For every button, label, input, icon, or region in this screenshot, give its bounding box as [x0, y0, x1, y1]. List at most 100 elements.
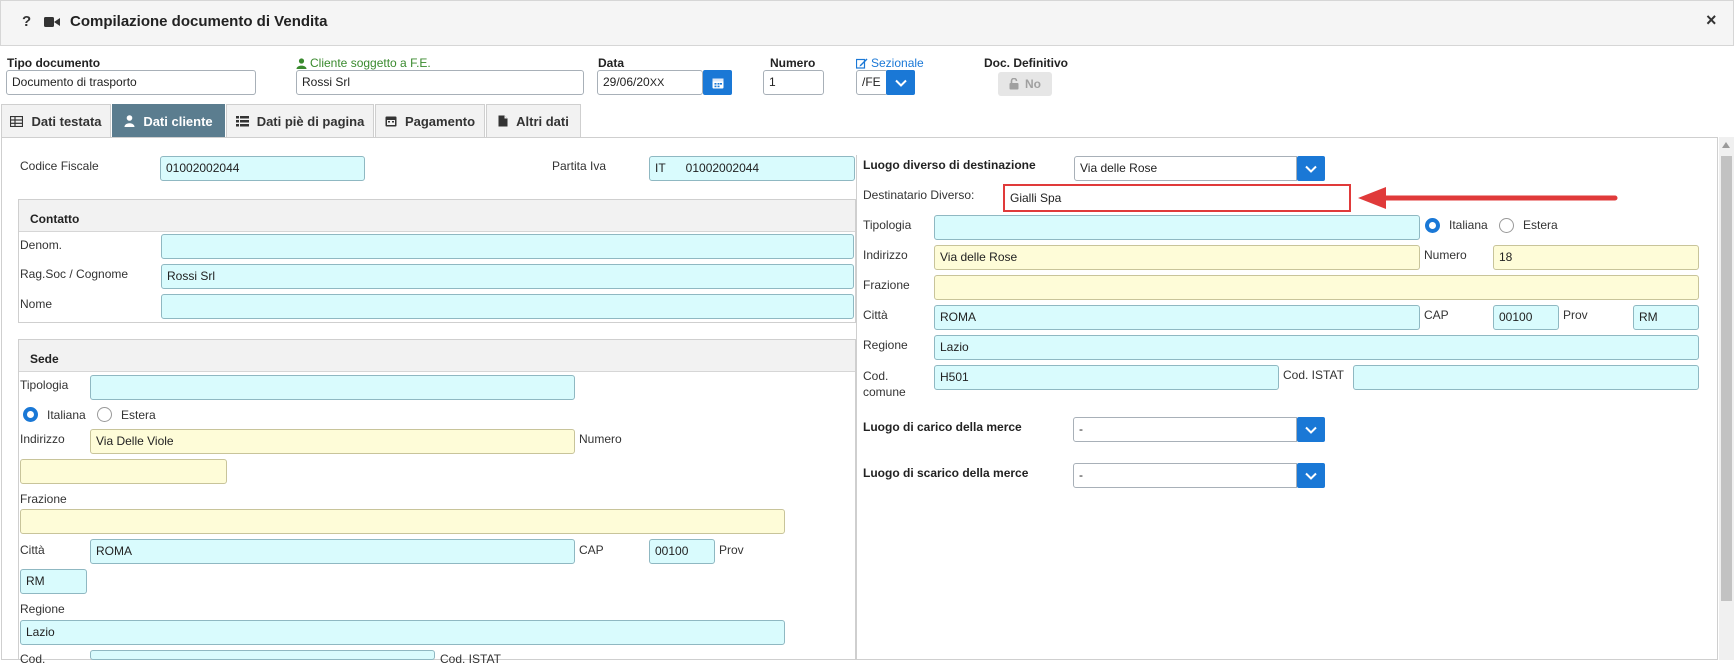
list-icon	[235, 115, 249, 126]
tipo-documento-field[interactable]: Documento di trasporto	[6, 70, 256, 95]
codice-fiscale-field[interactable]: 01002002044	[160, 156, 365, 181]
sede-numero-field[interactable]	[20, 459, 227, 484]
sezionale-field[interactable]: /FE	[856, 70, 888, 95]
sede-citta-label: Città	[20, 543, 45, 557]
data-value: 29/06/20	[603, 75, 650, 89]
r-cod-comune-label: Cod. comune	[863, 368, 906, 400]
doc-definitivo-button[interactable]: No	[998, 72, 1052, 96]
tab-dati-testata[interactable]: Dati testata	[1, 104, 111, 137]
r-prov-field[interactable]: RM	[1633, 305, 1699, 330]
sede-radio-estera[interactable]	[97, 407, 112, 422]
sede-cap-field[interactable]: 00100	[649, 539, 715, 564]
scrollbar-thumb[interactable]	[1721, 156, 1732, 601]
r-indirizzo-label: Indirizzo	[863, 248, 908, 262]
r-frazione-label: Frazione	[863, 278, 910, 292]
denom-field[interactable]	[161, 234, 854, 259]
scroll-up-arrow[interactable]	[1722, 142, 1730, 148]
sede-radio-estera-label: Estera	[121, 408, 156, 422]
r-indirizzo-field[interactable]: Via delle Rose	[934, 245, 1420, 270]
sede-regione-label: Regione	[20, 602, 65, 616]
sede-numero-label: Numero	[579, 432, 622, 446]
sede-frazione-label: Frazione	[20, 492, 67, 506]
r-regione-label: Regione	[863, 338, 908, 352]
tab-dati-cliente[interactable]: Dati cliente	[112, 104, 225, 137]
chevron-down-icon	[1305, 472, 1317, 480]
file-icon	[498, 115, 508, 127]
data-field[interactable]: 29/06/20XX	[597, 70, 703, 95]
sezionale-dropdown-button[interactable]	[886, 70, 915, 95]
luogo-scarico-dropdown-button[interactable]	[1297, 463, 1325, 488]
luogo-destinazione-dropdown-button[interactable]	[1297, 156, 1325, 181]
tab-label: Dati testata	[31, 113, 102, 129]
partita-iva-field[interactable]: IT 01002002044	[649, 156, 855, 181]
partita-iva-value: 01002002044	[685, 161, 760, 175]
r-tipologia-field[interactable]	[934, 215, 1420, 240]
sede-radio-italiana[interactable]	[23, 407, 38, 422]
sede-indirizzo-field[interactable]: Via Delle Viole	[90, 429, 575, 454]
r-radio-italiana[interactable]	[1425, 218, 1440, 233]
sezionale-text: Sezionale	[871, 56, 924, 70]
tab-label: Dati cliente	[143, 113, 213, 129]
sezionale-label[interactable]: Sezionale	[856, 56, 924, 70]
sede-tipologia-label: Tipologia	[20, 378, 69, 392]
calendar-icon	[385, 116, 397, 127]
r-citta-label: Città	[863, 308, 888, 322]
tab-label: Pagamento	[404, 113, 476, 129]
sede-citta-field[interactable]: ROMA	[90, 539, 575, 564]
sede-frazione-field[interactable]	[20, 509, 785, 534]
r-regione-field[interactable]: Lazio	[934, 335, 1699, 360]
luogo-carico-select[interactable]: -	[1073, 417, 1297, 442]
cliente-field[interactable]: Rossi Srl	[296, 70, 584, 95]
r-frazione-field[interactable]	[934, 275, 1699, 300]
table-icon	[10, 115, 24, 127]
close-icon[interactable]: ×	[1706, 10, 1717, 31]
r-radio-estera[interactable]	[1499, 218, 1514, 233]
luogo-destinazione-label: Luogo diverso di destinazione	[863, 158, 1036, 172]
nome-label: Nome	[20, 297, 53, 311]
sede-prov-label: Prov	[719, 543, 744, 557]
tab-pagamento[interactable]: Pagamento	[375, 104, 485, 137]
column-divider	[856, 155, 857, 660]
contatto-header: Contatto	[19, 200, 855, 232]
tab-altri-dati[interactable]: Altri dati	[486, 104, 581, 137]
r-cap-field[interactable]: 00100	[1493, 305, 1559, 330]
ragsoc-label: Rag.Soc / Cognome	[20, 267, 129, 281]
data-year-suffix: XX	[649, 77, 665, 89]
sede-indirizzo-label: Indirizzo	[20, 432, 65, 446]
r-numero-label: Numero	[1424, 248, 1467, 262]
help-icon[interactable]: ?	[22, 13, 31, 30]
luogo-scarico-select[interactable]: -	[1073, 463, 1297, 488]
destinatario-diverso-field[interactable]: Gialli Spa	[1003, 184, 1351, 212]
luogo-destinazione-select[interactable]: Via delle Rose	[1074, 156, 1297, 181]
r-cod-istat-field[interactable]	[1353, 365, 1699, 390]
calendar-icon	[712, 78, 723, 88]
nome-field[interactable]	[161, 294, 854, 319]
doc-definitivo-text: No	[1025, 77, 1041, 91]
sede-tipologia-field[interactable]	[90, 375, 575, 400]
sede-header: Sede	[19, 340, 855, 372]
chevron-down-icon	[1305, 165, 1317, 173]
luogo-carico-dropdown-button[interactable]	[1297, 417, 1325, 442]
sede-prov-field[interactable]: RM	[20, 569, 87, 594]
ragsoc-field[interactable]: Rossi Srl	[161, 264, 854, 289]
numero-field[interactable]: 1	[763, 70, 824, 95]
r-citta-field[interactable]: ROMA	[934, 305, 1420, 330]
destinatario-diverso-label: Destinatario Diverso:	[863, 188, 975, 202]
sede-regione-field[interactable]: Lazio	[20, 620, 785, 645]
r-cod-comune-field[interactable]: H501	[934, 365, 1279, 390]
calendar-button[interactable]	[703, 70, 732, 95]
chevron-down-icon	[1305, 426, 1317, 434]
tab-dati-pie-di-pagina[interactable]: Dati piè di pagina	[226, 104, 374, 137]
cliente-fe-label: Cliente soggetto a F.E.	[296, 56, 431, 70]
tab-label: Altri dati	[516, 113, 569, 129]
window-title: Compilazione documento di Vendita	[70, 13, 328, 30]
sede-cod-comune-field[interactable]	[90, 650, 435, 660]
r-numero-field[interactable]: 18	[1493, 245, 1699, 270]
tipo-documento-label: Tipo documento	[7, 56, 101, 70]
r-radio-estera-label: Estera	[1523, 218, 1558, 232]
video-camera-icon[interactable]	[44, 16, 60, 31]
data-label: Data	[598, 56, 625, 70]
highlight-arrow-icon	[1358, 187, 1618, 209]
unlock-icon	[1009, 78, 1019, 90]
sede-cap-label: CAP	[579, 543, 604, 557]
